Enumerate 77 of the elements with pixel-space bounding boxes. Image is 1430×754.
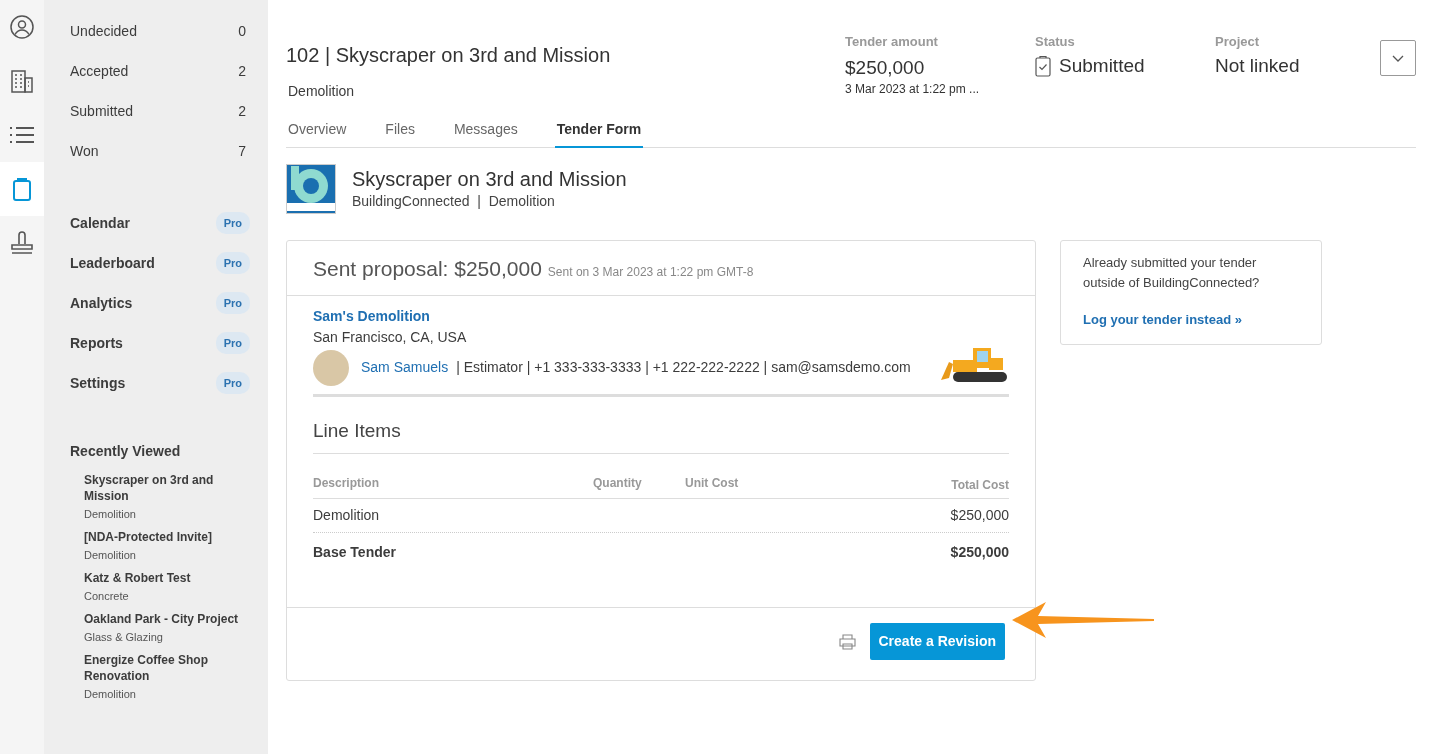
recent-project-link[interactable]: Oakland Park - City Project xyxy=(84,611,246,627)
project-trade: Demolition xyxy=(288,82,356,101)
line-item-description: Demolition xyxy=(313,506,381,525)
tender-amount: $250,000 xyxy=(845,55,925,80)
project-meta: BuildingConnected | Demolition xyxy=(352,191,556,211)
recent-project-link[interactable]: Energize Coffee Shop Renovation xyxy=(84,652,246,684)
item-count: 0 xyxy=(238,21,246,41)
sidebar-item[interactable]: Accepted 2 xyxy=(70,51,246,91)
contact-name-link[interactable]: Sam Samuels xyxy=(361,357,449,378)
recent-project-link[interactable]: Katz & Robert Test xyxy=(84,570,246,586)
project-trade: Concrete xyxy=(84,589,130,603)
sidebar-item[interactable]: Won 7 xyxy=(70,131,246,171)
tab[interactable]: Overview xyxy=(286,115,349,148)
tab[interactable]: Files xyxy=(383,115,417,148)
section-title: Line Items xyxy=(313,396,1009,454)
sidebar-label: Analytics xyxy=(70,293,133,313)
dropdown-button[interactable] xyxy=(1380,40,1416,76)
column-header: Total Cost xyxy=(950,477,1009,494)
recent-project-link[interactable]: [NDA-Protected Invite] xyxy=(84,529,246,545)
summary-label: Tender amount xyxy=(845,33,939,51)
line-item-description: Base Tender xyxy=(313,543,397,562)
date-text: 3 Mar 2023 at 1:22 pm ... xyxy=(845,80,981,98)
company-link[interactable]: Sam's Demolition xyxy=(313,307,430,324)
sidebar-item[interactable]: Submitted 2 xyxy=(70,91,246,131)
stamp-icon xyxy=(10,231,34,255)
sidebar-label: Submitted xyxy=(70,101,134,121)
sidebar-label: Won xyxy=(70,141,99,161)
contact-details: | Estimator | +1 333-333-3333 | +1 222-222-2222 | sam@samsdemo.com xyxy=(456,358,911,377)
sidebar-label: Accepted xyxy=(70,61,129,81)
person-icon xyxy=(10,15,34,39)
pro-badge: Pro xyxy=(215,211,250,235)
section-heading: Recently Viewed xyxy=(70,442,182,461)
line-item-total: $250,000 xyxy=(950,506,1009,525)
project-trade: Demolition xyxy=(84,507,137,521)
chevron-down-icon xyxy=(1392,54,1404,62)
building-icon xyxy=(10,69,34,93)
summary-label: Status xyxy=(1035,33,1076,51)
card-title: Sent proposal: $250,000 xyxy=(313,257,542,280)
pro-badge: Pro xyxy=(215,371,250,395)
tab[interactable]: Tender Form xyxy=(554,115,644,148)
page-title: 102 | Skyscraper on 3rd and Mission xyxy=(286,43,612,67)
summary-label: Project xyxy=(1215,33,1261,51)
project-name: Skyscraper on 3rd and Mission xyxy=(352,166,627,191)
sidebar-label: Leaderboard xyxy=(70,253,155,273)
recent-project-link[interactable]: Skyscraper on 3rd and Mission xyxy=(84,472,246,504)
project-trade: Demolition xyxy=(84,548,137,562)
sidebar-label: Calendar xyxy=(70,213,130,233)
sidebar-item[interactable]: Undecided 0 xyxy=(70,11,246,51)
avatar-placeholder xyxy=(313,349,349,386)
nav-button[interactable] xyxy=(0,162,44,216)
tab[interactable]: Messages xyxy=(451,115,520,148)
pro-badge: Pro xyxy=(215,331,250,355)
sidebar-label: Settings xyxy=(70,373,126,393)
line-item-total: $250,000 xyxy=(950,543,1009,562)
project-value: Not linked xyxy=(1215,53,1300,78)
item-count: 2 xyxy=(238,61,246,81)
pro-badge: Pro xyxy=(215,291,250,315)
pro-badge: Pro xyxy=(215,251,250,275)
company-logo xyxy=(286,164,336,214)
clipboard-check-icon xyxy=(1035,54,1051,77)
sidebar-label: Reports xyxy=(70,333,123,353)
item-count: 7 xyxy=(238,141,246,161)
info-text: Already submitted your tender outside of BuildingConnected? xyxy=(1083,254,1261,292)
column-header: Quantity xyxy=(593,475,643,492)
print-icon[interactable] xyxy=(838,633,856,650)
log-tender-link[interactable]: Log your tender instead » xyxy=(1083,310,1242,330)
column-header: Description xyxy=(313,475,380,492)
project-trade: Demolition xyxy=(84,687,137,701)
project-trade: Glass & Glazing xyxy=(84,630,164,644)
column-header: Unit Cost xyxy=(685,475,740,492)
clipboard-icon xyxy=(12,177,32,201)
list-icon xyxy=(10,125,34,145)
status-value: Submitted xyxy=(1059,53,1145,78)
sent-date-text: Sent on 3 Mar 2023 at 1:22 pm GMT-8 xyxy=(547,265,754,279)
sidebar-label: Undecided xyxy=(70,21,137,41)
address-text: San Francisco, CA, USA xyxy=(313,327,468,347)
item-count: 2 xyxy=(238,101,246,121)
